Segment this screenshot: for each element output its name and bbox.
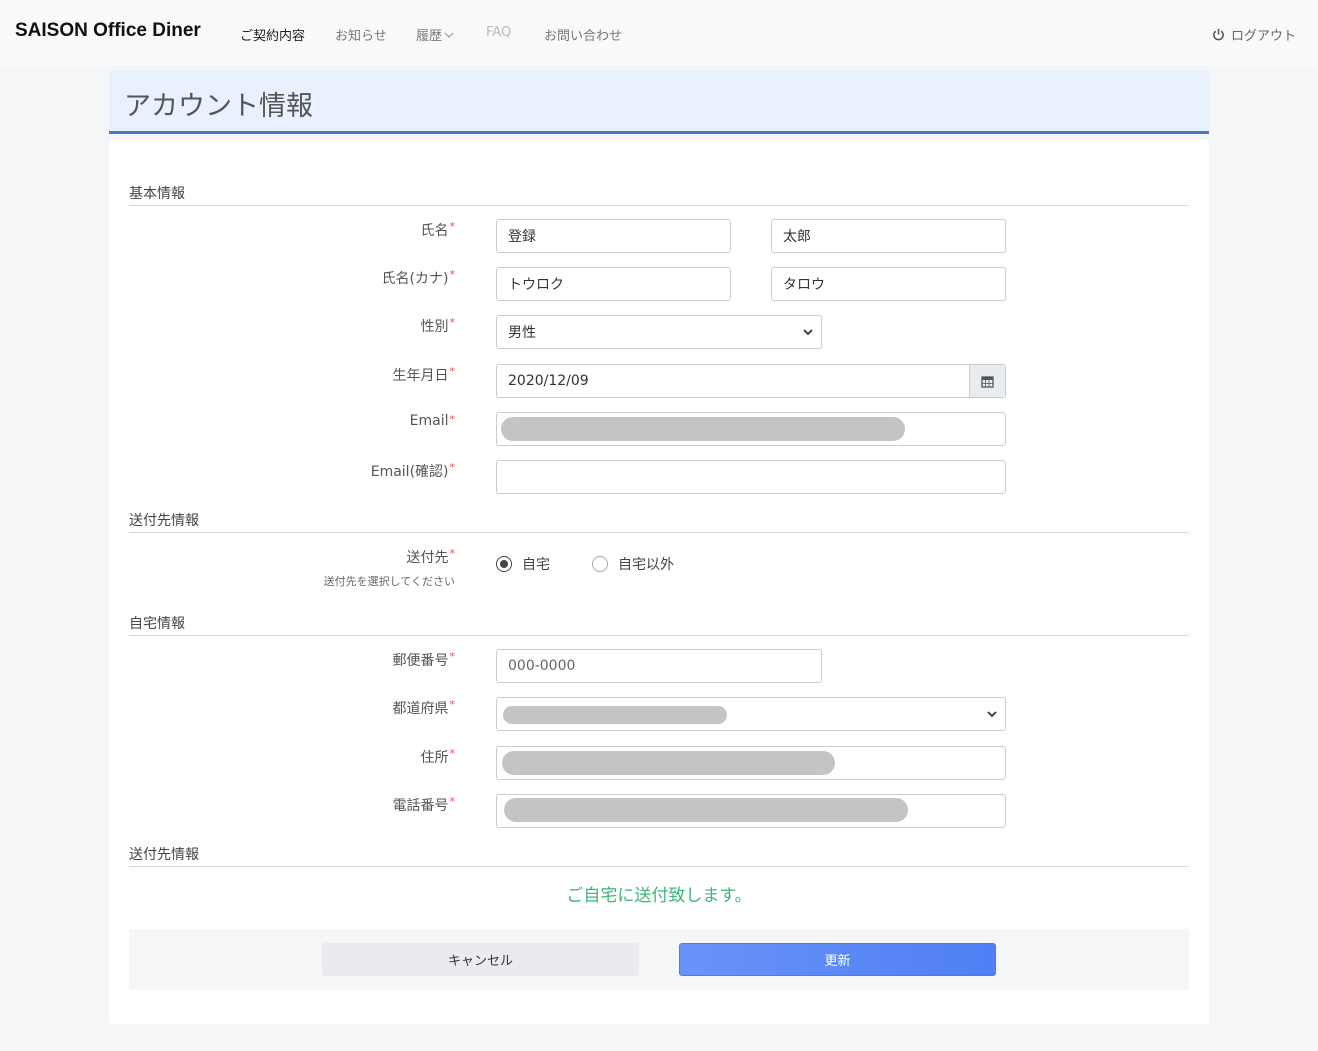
calendar-icon	[981, 375, 994, 388]
phone-label: 電話番号*	[392, 795, 456, 814]
nav-news[interactable]: お知らせ	[335, 25, 387, 44]
nav-history-label: 履歴	[416, 29, 443, 44]
nav-history[interactable]: 履歴	[416, 25, 454, 44]
birthday-label: 生年月日*	[392, 365, 456, 384]
radio-home-label: 自宅	[522, 557, 550, 573]
form-actions: キャンセル 更新	[129, 929, 1189, 990]
prefecture-select[interactable]	[496, 697, 1006, 731]
nav-contract[interactable]: ご契約内容	[240, 25, 305, 44]
gender-select[interactable]: 男性	[496, 315, 822, 349]
email-label: Email*	[409, 413, 455, 429]
redacted-email	[501, 417, 905, 441]
power-icon	[1213, 28, 1224, 41]
page-title: アカウント情報	[124, 91, 313, 122]
redacted-address	[502, 751, 835, 775]
radio-other-label: 自宅以外	[618, 557, 674, 573]
email-confirm-input[interactable]	[496, 460, 1006, 494]
email-input[interactable]	[496, 412, 1006, 446]
gender-label: 性別*	[420, 316, 456, 335]
postal-label: 郵便番号*	[392, 650, 456, 669]
last-name-kana-input[interactable]: トウロク	[496, 267, 731, 301]
prefecture-label: 都道府県*	[392, 698, 456, 717]
postal-input[interactable]: 000-0000	[496, 649, 822, 683]
redacted-phone	[504, 798, 908, 822]
section-home-info: 自宅情報	[129, 613, 1189, 636]
address-label: 住所*	[420, 747, 456, 766]
first-name-kana-input[interactable]: タロウ	[771, 267, 1006, 301]
email-confirm-label: Email(確認)*	[370, 461, 455, 480]
chevron-down-icon	[987, 711, 997, 718]
nav-contact[interactable]: お問い合わせ	[544, 25, 622, 44]
section-shipping-info-2: 送付先情報	[129, 844, 1189, 867]
birthday-value: 2020/12/09	[508, 373, 589, 389]
section-basic-info: 基本情報	[129, 183, 1189, 206]
cancel-button[interactable]: キャンセル	[322, 943, 639, 976]
nav-faq[interactable]: FAQ	[486, 25, 511, 40]
navbar: SAISON Office Diner ご契約内容 お知らせ 履歴 FAQ お問…	[0, 0, 1318, 66]
brand-logo[interactable]: SAISON Office Diner	[15, 20, 201, 42]
logout-label: ログアウト	[1230, 29, 1296, 44]
phone-input[interactable]	[496, 794, 1006, 828]
name-label: 氏名*	[420, 220, 456, 239]
destination-label: 送付先*	[406, 547, 456, 566]
destination-hint: 送付先を選択してください	[323, 575, 455, 588]
page-header: アカウント情報	[109, 70, 1209, 134]
section-shipping-info: 送付先情報	[129, 510, 1189, 533]
radio-other-indicator	[592, 556, 608, 572]
postal-placeholder: 000-0000	[508, 658, 576, 674]
logout-button[interactable]: ログアウト	[1212, 25, 1296, 44]
redacted-prefecture	[503, 706, 727, 724]
first-name-input[interactable]: 太郎	[771, 219, 1006, 253]
radio-home-indicator	[496, 556, 512, 572]
gender-value: 男性	[508, 325, 536, 341]
radio-other[interactable]: 自宅以外	[592, 554, 674, 574]
chevron-down-icon	[444, 32, 454, 38]
update-button[interactable]: 更新	[679, 943, 996, 976]
last-name-input[interactable]: 登録	[496, 219, 731, 253]
address-input[interactable]	[496, 746, 1006, 780]
calendar-button[interactable]	[969, 365, 1005, 397]
chevron-down-icon	[803, 329, 813, 336]
name-kana-label: 氏名(カナ)*	[381, 268, 455, 287]
radio-home[interactable]: 自宅	[496, 554, 550, 574]
birthday-input[interactable]: 2020/12/09	[496, 364, 1006, 398]
shipping-notice: ご自宅に送付致します。	[566, 886, 752, 906]
account-form-card: 基本情報 氏名* 登録 太郎 氏名(カナ)* トウロク タロウ 性別* 男性 生…	[109, 140, 1209, 1024]
